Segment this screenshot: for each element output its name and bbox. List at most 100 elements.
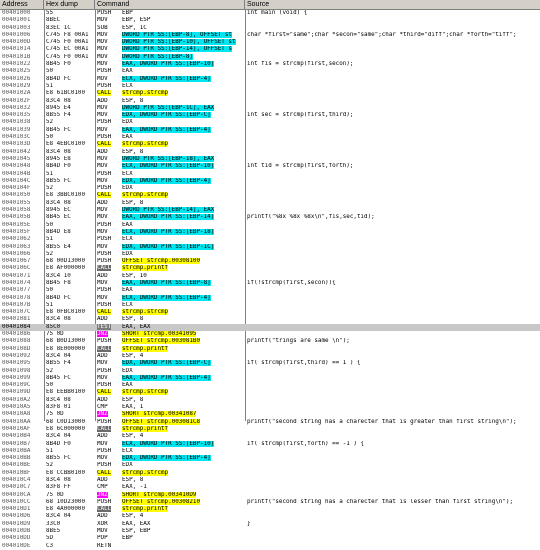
instruction-row[interactable]: 00401025 50 PUSH EAX xyxy=(0,68,540,75)
mnemonic-cell: CMP xyxy=(97,484,108,491)
address-cell: 00401042 xyxy=(2,148,31,155)
instruction-row[interactable]: 004010A5 83F8 01 CMP EAX, 1 xyxy=(0,404,540,411)
instruction-row[interactable]: 004010BA 51 PUSH ECX xyxy=(0,448,540,455)
hex-dump-column-header[interactable]: Hex dump xyxy=(44,0,95,9)
instruction-row[interactable]: 004010BE 52 PUSH EDX xyxy=(0,462,540,469)
instruction-row[interactable]: 00401022 8B45 F0 MOV EAX, DWORD PTR SS:[EBP… xyxy=(0,61,540,68)
instruction-row[interactable]: 0040105F 8B4D E8 MOV ECX, DWORD PTR SS:[EBP… xyxy=(0,228,540,236)
instruction-row[interactable]: 0040109D E8 EEBB0100 CALL strcmp.strcmp xyxy=(0,389,540,396)
mnemonic-cell: JNZ xyxy=(97,411,123,418)
selected-instruction-row[interactable]: 00401084 85C0 TEST EAX, EAX xyxy=(0,323,540,332)
source-line-cell xyxy=(247,207,540,214)
instruction-row[interactable]: 00401086 75 0D JNZ SHORT strcmp.00341095 xyxy=(0,331,540,338)
instruction-row[interactable]: 004010BF E8 CCBB0100 CALL strcmp.strcmp xyxy=(0,469,540,477)
instruction-row[interactable]: 00401045 8945 E8 MOV DWORD PTR SS:[EBP-18],… xyxy=(0,155,540,163)
instruction-row[interactable]: 00401000 55 PUSH EBP int main (void) { xyxy=(0,10,540,17)
instruction-row[interactable]: 00401001 8BEC MOV EBP, ESP xyxy=(0,17,540,24)
instruction-row[interactable]: 0040107C E8 0FBC0100 CALL strcmp.strcmp xyxy=(0,309,540,316)
instruction-row[interactable]: 004010CC 68 10D23000 PUSH OFFSET strcmp.003… xyxy=(0,498,540,506)
instruction-row[interactable]: 0040104F 52 PUSH EDX xyxy=(0,185,540,192)
operand-cell-highlight: EDX, DWORD PTR SS:[EBP-1C] xyxy=(122,243,215,250)
hex-dump-cell: 8B55 E4 xyxy=(46,243,71,250)
address-cell: 00401074 xyxy=(2,279,31,286)
instruction-row[interactable]: 00401063 8B55 E4 MOV EDX, DWORD PTR SS:[EBP… xyxy=(0,243,540,251)
instruction-row[interactable]: 0040103D E8 4EBC0100 CALL strcmp.strcmp xyxy=(0,141,540,148)
instruction-row[interactable]: 00401026 8B4D FC MOV ECX, DWORD PTR SS:[EBP… xyxy=(0,75,540,83)
instruction-row[interactable]: 00401039 8B45 FC MOV EAX, DWORD PTR SS:[EBP… xyxy=(0,126,540,134)
instruction-row[interactable]: 00401067 68 00D13000 PUSH OFFSET strcmp.003… xyxy=(0,258,540,265)
instruction-row[interactable]: 00401038 52 PUSH EDX xyxy=(0,119,540,126)
instruction-row[interactable]: 00401098 52 PUSH EDX xyxy=(0,368,540,375)
instruction-row[interactable]: 0040100D C745 F0 00A1 MOV DWORD PTR SS:[EBP… xyxy=(0,39,540,46)
instruction-row[interactable]: 0040102A E8 61BC0100 CALL strcmp.strcmp xyxy=(0,90,540,97)
operand-cell: ESP, EBP xyxy=(122,528,151,535)
instruction-row[interactable]: 00401095 8B55 F4 MOV EDX, DWORD PTR SS:[EBP… xyxy=(0,360,540,367)
instruction-row[interactable]: 0040106C E8 AF000000 CALL strcmp.printf xyxy=(0,265,540,272)
instruction-row[interactable]: 0040108D E8 8E000000 CALL strcmp.printf xyxy=(0,345,540,353)
instruction-row[interactable]: 004010D1 E8 4A000000 CALL strcmp.printf xyxy=(0,506,540,513)
instruction-row[interactable]: 00401042 83C4 08 ADD ESP, 8 xyxy=(0,149,540,156)
instruction-row[interactable]: 004010B7 8B4D F0 MOV ECX, DWORD PTR SS:[EBP… xyxy=(0,440,540,448)
instruction-row[interactable]: 0040101B C745 F0 00A1 MOV DWORD PTR SS:[EBP… xyxy=(0,53,540,61)
hex-dump-cell: C745 F0 00A1 xyxy=(46,39,89,46)
disassembly-listing[interactable]: 00401000 55 PUSH EBP int main (void) {004010… xyxy=(0,10,540,550)
source-line-cell: int fis = strcmp(first,secon); xyxy=(247,61,354,68)
instruction-row[interactable]: 00401050 E8 3BBC0100 CALL strcmp.strcmp xyxy=(0,192,540,199)
instruction-row[interactable]: 0040107B 51 PUSH ECX xyxy=(0,302,540,309)
mnemonic-cell: MOV xyxy=(97,104,108,111)
instruction-row[interactable]: 004010B4 83C4 04 ADD ESP, 4 xyxy=(0,433,540,440)
instruction-row[interactable]: 004010BB 8B55 FC MOV EDX, DWORD PTR SS:[EBP… xyxy=(0,455,540,462)
instruction-row[interactable]: 004010C4 83C4 08 ADD ESP, 8 xyxy=(0,477,540,484)
instruction-row[interactable]: 0040109C 50 PUSH EAX xyxy=(0,382,540,389)
instruction-row[interactable]: 0040102F 83C4 08 ADD ESP, 8 xyxy=(0,98,540,105)
instruction-row[interactable]: 00401032 8945 E4 MOV DWORD PTR SS:[EBP-1C],… xyxy=(0,104,540,112)
instruction-row[interactable]: 004010A2 83C4 08 ADD ESP, 8 xyxy=(0,397,540,404)
instruction-row[interactable]: 004010DD 5D POP EBP xyxy=(0,535,540,542)
instruction-row[interactable]: 00401058 8945 EC MOV DWORD PTR SS:[EBP-14],… xyxy=(0,207,540,214)
mnemonic-cell: PUSH xyxy=(97,447,112,454)
operand-cell: ECX xyxy=(122,301,133,308)
instruction-row[interactable]: 0040103C 50 PUSH EAX xyxy=(0,134,540,141)
instruction-row[interactable]: 004010CA 75 0D JNZ SHORT strcmp.003410D9 xyxy=(0,491,540,499)
instruction-row[interactable]: 004010C7 83F8 FF CMP EAX, -1 xyxy=(0,484,540,491)
instruction-row[interactable]: 004010D6 83C4 04 ADD ESP, 4 xyxy=(0,513,540,520)
instruction-row[interactable]: 00401055 83C4 08 ADD ESP, 8 xyxy=(0,200,540,207)
instruction-row[interactable]: 004010AF E8 6C000000 CALL strcmp.printf xyxy=(0,425,540,433)
instruction-row[interactable]: 00401074 8B45 F8 MOV EAX, DWORD PTR SS:[EBP… xyxy=(0,279,540,287)
source-line-cell xyxy=(247,404,540,411)
instruction-row[interactable]: 004010D9 33C0 XOR EAX, EAX} xyxy=(0,521,540,528)
instruction-row[interactable]: 00401066 52 PUSH EDX xyxy=(0,251,540,258)
instruction-row[interactable]: 00401048 8B4D F0 MOV ECX, DWORD PTR SS:[EBP… xyxy=(0,163,540,170)
instruction-row[interactable]: 00401062 51 PUSH ECX xyxy=(0,236,540,243)
instruction-row[interactable]: 004010DE C3 RETN xyxy=(0,543,540,550)
address-cell: 004010CC xyxy=(2,498,31,505)
source-line-cell xyxy=(247,513,540,520)
instruction-row[interactable]: 00401035 8B55 F4 MOV EDX, DWORD PTR SS:[EBP… xyxy=(0,112,540,119)
instruction-row[interactable]: 0040105B 8B45 EC MOV EAX, DWORD PTR SS:[EBP… xyxy=(0,214,540,221)
instruction-row[interactable]: 00401078 8B4D FC MOV ECX, DWORD PTR SS:[EBP… xyxy=(0,294,540,302)
instruction-row[interactable]: 004010A8 75 0D JNZ SHORT strcmp.00341087 xyxy=(0,411,540,418)
command-column-header[interactable]: Command xyxy=(95,0,245,9)
instruction-row[interactable]: 00401099 8B45 FC MOV EAX, DWORD PTR SS:[EBP… xyxy=(0,374,540,382)
instruction-row[interactable]: 004010DB 8BE5 MOV ESP, EBP xyxy=(0,528,540,535)
source-column-header[interactable]: Source xyxy=(245,0,540,9)
instruction-row[interactable]: 00401088 68 B0D13000 PUSH OFFSET strcmp.003… xyxy=(0,338,540,345)
hex-dump-cell: E8 CCBB0100 xyxy=(46,469,86,476)
instruction-row[interactable]: 004010AA 68 C0D13000 PUSH OFFSET strcmp.003… xyxy=(0,418,540,426)
instruction-row[interactable]: 0040104C 8B55 FC MOV EDX, DWORD PTR SS:[EBP… xyxy=(0,177,540,185)
instruction-row[interactable]: 00401071 83C4 10 ADD ESP, 10 xyxy=(0,273,540,280)
instruction-row[interactable]: 00401006 C745 F8 00A1 MOV DWORD PTR SS:[EBP… xyxy=(0,31,540,39)
address-column-header[interactable]: Address xyxy=(0,0,44,9)
instruction-row[interactable]: 0040105E 50 PUSH EAX xyxy=(0,222,540,229)
instruction-row[interactable]: 00401077 50 PUSH EAX xyxy=(0,287,540,294)
hex-dump-cell: 83C4 08 xyxy=(46,396,71,403)
instruction-row[interactable]: 00401014 C745 EC 00A1 MOV DWORD PTR SS:[EBP… xyxy=(0,46,540,53)
hex-dump-cell: 52 xyxy=(46,462,54,469)
instruction-row[interactable]: 00401003 83EC 1C SUB ESP, 1C xyxy=(0,25,540,32)
mnemonic-cell-highlight: CALL xyxy=(97,192,112,199)
address-cell: 00401039 xyxy=(2,126,31,133)
instruction-row[interactable]: 00401092 83C4 04 ADD ESP, 4 xyxy=(0,353,540,360)
instruction-row[interactable]: 0040104B 51 PUSH ECX xyxy=(0,171,540,178)
instruction-row[interactable]: 00401029 51 PUSH ECX xyxy=(0,83,540,90)
instruction-row[interactable]: 00401081 83C4 08 ADD ESP, 8 xyxy=(0,316,540,323)
